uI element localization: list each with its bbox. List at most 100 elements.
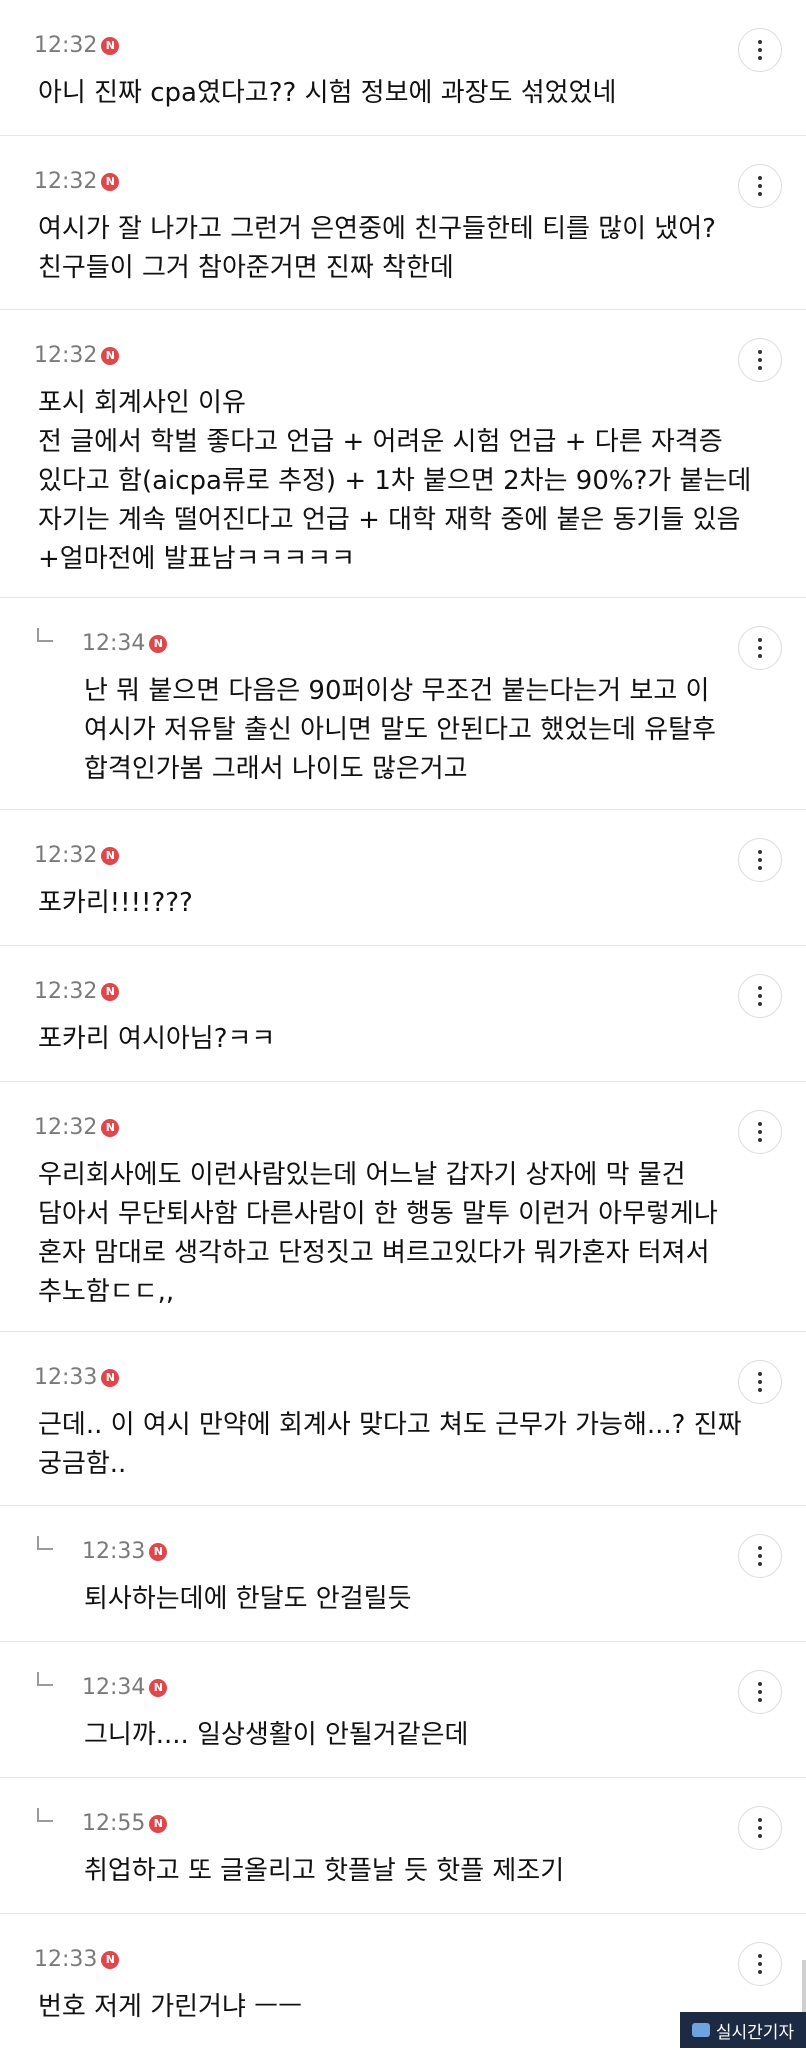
dot-icon xyxy=(758,1826,762,1830)
more-options-button[interactable] xyxy=(738,1110,782,1154)
comment-meta: 12:55 N xyxy=(82,1808,168,1838)
watermark-label: 실시간기자 xyxy=(715,2022,795,2043)
dot-icon xyxy=(758,646,762,650)
more-options-button[interactable] xyxy=(738,838,782,882)
dot-icon xyxy=(758,986,762,990)
reply-item: 12:33 N 퇴사하는데에 한달도 안걸릴듯 xyxy=(0,1506,806,1642)
more-options-button[interactable] xyxy=(738,28,782,72)
comment-meta: 12:34 N xyxy=(82,628,168,658)
new-badge-icon: N xyxy=(101,1950,120,1969)
new-badge-icon: N xyxy=(101,172,120,191)
reply-item: 12:55 N 취업하고 또 글올리고 핫플날 듯 핫플 제조기 xyxy=(0,1778,806,1914)
new-badge-icon: N xyxy=(101,346,120,365)
comment-text: 그니까.... 일상생활이 안될거같은데 xyxy=(84,1720,469,1750)
dot-icon xyxy=(758,1970,762,1974)
reply-arrow-icon xyxy=(37,1672,53,1686)
dot-icon xyxy=(758,1834,762,1838)
comment-time: 12:32 xyxy=(34,842,98,868)
more-options-button[interactable] xyxy=(738,626,782,670)
dot-icon xyxy=(758,1546,762,1550)
comment-meta: 12:32 N xyxy=(34,1112,120,1142)
dot-icon xyxy=(758,40,762,44)
comment-text: 포카리!!!!??? xyxy=(38,888,193,918)
comment-time: 12:33 xyxy=(34,1946,98,1972)
dot-icon xyxy=(758,866,762,870)
comment-time: 12:33 xyxy=(82,1538,146,1564)
comment-text: 포시 회계사인 이유 전 글에서 학벌 좋다고 언급 + 어려운 시험 언급 +… xyxy=(38,388,752,574)
comment-time: 12:32 xyxy=(34,342,98,368)
comment-meta: 12:33 N xyxy=(82,1536,168,1566)
dot-icon xyxy=(758,1122,762,1126)
more-options-button[interactable] xyxy=(738,974,782,1018)
more-options-button[interactable] xyxy=(738,1942,782,1986)
new-badge-icon: N xyxy=(101,846,120,865)
dot-icon xyxy=(758,366,762,370)
dot-icon xyxy=(758,994,762,998)
scrollbar[interactable] xyxy=(802,1960,806,2012)
comment-item: 12:32 N 포카리 여시아님?ㅋㅋ xyxy=(0,946,806,1082)
comment-meta: 12:32 N xyxy=(34,30,120,60)
dot-icon xyxy=(758,1554,762,1558)
more-options-button[interactable] xyxy=(738,1670,782,1714)
comment-item: 12:32 N 여시가 잘 나가고 그런거 은연중에 친구들한테 티를 많이 냈… xyxy=(0,136,806,310)
dot-icon xyxy=(758,1138,762,1142)
comment-text: 포카리 여시아님?ㅋㅋ xyxy=(38,1024,276,1054)
dot-icon xyxy=(758,638,762,642)
more-options-button[interactable] xyxy=(738,338,782,382)
reply-arrow-icon xyxy=(37,1536,53,1550)
comment-item: 12:32 N 우리회사에도 이런사람있는데 어느날 갑자기 상자에 막 물건 … xyxy=(0,1082,806,1332)
dot-icon xyxy=(758,184,762,188)
dot-icon xyxy=(758,350,762,354)
watermark: 실시간기자 xyxy=(680,2012,806,2048)
new-badge-icon: N xyxy=(101,1368,120,1387)
comment-meta: 12:34 N xyxy=(82,1672,168,1702)
comment-time: 12:32 xyxy=(34,168,98,194)
comment-item: 12:33 N 근데.. 이 여시 만약에 회계사 맞다고 쳐도 근무가 가능해… xyxy=(0,1332,806,1506)
dot-icon xyxy=(758,1682,762,1686)
dot-icon xyxy=(758,1388,762,1392)
dot-icon xyxy=(758,1372,762,1376)
dot-icon xyxy=(758,176,762,180)
comment-meta: 12:32 N xyxy=(34,976,120,1006)
dot-icon xyxy=(758,654,762,658)
more-options-button[interactable] xyxy=(738,1806,782,1850)
dot-icon xyxy=(758,1380,762,1384)
comment-text: 퇴사하는데에 한달도 안걸릴듯 xyxy=(84,1584,412,1614)
comment-meta: 12:33 N xyxy=(34,1362,120,1392)
more-options-button[interactable] xyxy=(738,164,782,208)
dot-icon xyxy=(758,1130,762,1134)
new-badge-icon: N xyxy=(149,1814,168,1833)
dot-icon xyxy=(758,358,762,362)
reply-item: 12:34 N 난 뭐 붙으면 다음은 90퍼이상 무조건 붙는다는거 보고 이… xyxy=(0,598,806,810)
comment-time: 12:34 xyxy=(82,1674,146,1700)
comment-text: 근데.. 이 여시 만약에 회계사 맞다고 쳐도 근무가 가능해...? 진짜 … xyxy=(38,1410,742,1479)
comment-time: 12:55 xyxy=(82,1810,146,1836)
dot-icon xyxy=(758,1962,762,1966)
new-badge-icon: N xyxy=(149,1542,168,1561)
reply-arrow-icon xyxy=(37,1808,53,1822)
comment-item: 12:32 N 포카리!!!!??? xyxy=(0,810,806,946)
dot-icon xyxy=(758,1690,762,1694)
dot-icon xyxy=(758,56,762,60)
comment-text: 여시가 잘 나가고 그런거 은연중에 친구들한테 티를 많이 냈어? 친구들이 … xyxy=(38,214,716,283)
reply-item: 12:34 N 그니까.... 일상생활이 안될거같은데 xyxy=(0,1642,806,1778)
comment-time: 12:33 xyxy=(34,1364,98,1390)
comment-item: 12:32 N 아니 진짜 cpa였다고?? 시험 정보에 과장도 섞었었네 xyxy=(0,0,806,136)
reply-arrow-icon xyxy=(37,628,53,642)
comment-text: 우리회사에도 이런사람있는데 어느날 갑자기 상자에 막 물건 담아서 무단퇴사… xyxy=(38,1160,718,1307)
dot-icon xyxy=(758,1562,762,1566)
comment-time: 12:32 xyxy=(34,32,98,58)
comment-text: 취업하고 또 글올리고 핫플날 듯 핫플 제조기 xyxy=(84,1856,565,1886)
new-badge-icon: N xyxy=(149,1678,168,1697)
dot-icon xyxy=(758,48,762,52)
comment-meta: 12:33 N xyxy=(34,1944,120,1974)
watermark-logo-icon xyxy=(691,2023,710,2037)
new-badge-icon: N xyxy=(101,982,120,1001)
comment-meta: 12:32 N xyxy=(34,166,120,196)
more-options-button[interactable] xyxy=(738,1534,782,1578)
comment-time: 12:34 xyxy=(82,630,146,656)
comment-time: 12:32 xyxy=(34,978,98,1004)
more-options-button[interactable] xyxy=(738,1360,782,1404)
new-badge-icon: N xyxy=(101,36,120,55)
dot-icon xyxy=(758,850,762,854)
